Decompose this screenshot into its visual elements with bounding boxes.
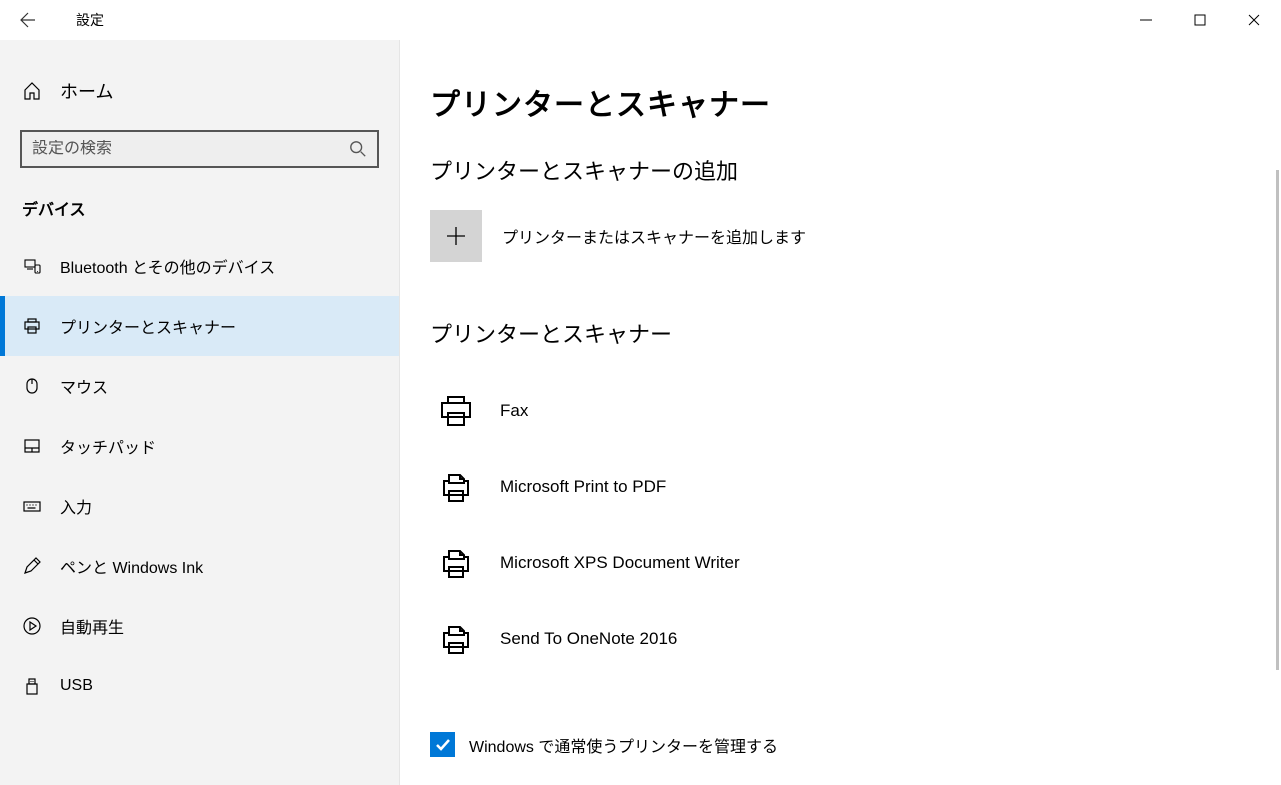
printer-file-icon: [438, 469, 474, 505]
content-area: プリンターとスキャナー プリンターとスキャナーの追加 プリンターまたはスキャナー…: [400, 40, 1281, 785]
printer-icon: [22, 316, 42, 336]
arrow-left-icon: [20, 12, 36, 28]
close-icon: [1248, 14, 1260, 26]
add-section-title: プリンターとスキャナーの追加: [430, 154, 1281, 186]
sidebar-item-autoplay[interactable]: 自動再生: [0, 596, 399, 656]
printer-name: Fax: [500, 401, 528, 421]
plus-icon: [445, 225, 467, 247]
checkbox-label: Windows で通常使うプリンターを管理する: [469, 733, 778, 757]
sidebar-item-bluetooth[interactable]: Bluetooth とその他のデバイス: [0, 236, 399, 296]
printer-name: Microsoft XPS Document Writer: [500, 553, 740, 573]
titlebar: 設定: [0, 0, 1281, 40]
autoplay-icon: [22, 616, 42, 636]
sidebar-item-printers[interactable]: プリンターとスキャナー: [0, 296, 399, 356]
sidebar-item-pen[interactable]: ペンと Windows Ink: [0, 536, 399, 596]
scrollbar[interactable]: [1276, 170, 1279, 670]
home-link[interactable]: ホーム: [0, 70, 399, 112]
sidebar-item-label: Bluetooth とその他のデバイス: [60, 254, 275, 278]
add-printer-label: プリンターまたはスキャナーを追加します: [502, 224, 806, 248]
sidebar-item-mouse[interactable]: マウス: [0, 356, 399, 416]
default-printer-checkbox[interactable]: [430, 732, 455, 757]
window-title: 設定: [76, 10, 104, 30]
list-section-title: プリンターとスキャナー: [430, 317, 1281, 349]
default-printer-checkbox-row: Windows で通常使うプリンターを管理する: [430, 732, 1281, 757]
search-icon: [349, 140, 367, 158]
sidebar-item-usb[interactable]: USB: [0, 656, 399, 716]
sidebar: ホーム デバイス Bluetooth とその他のデバイス: [0, 40, 400, 785]
sidebar-item-label: プリンターとスキャナー: [60, 314, 236, 338]
close-button[interactable]: [1227, 0, 1281, 40]
pen-icon: [22, 556, 42, 576]
sidebar-item-label: 自動再生: [60, 614, 124, 638]
plus-button: [430, 210, 482, 262]
sidebar-item-label: マウス: [60, 374, 108, 398]
keyboard-icon: [22, 496, 42, 516]
back-button[interactable]: [12, 4, 44, 36]
usb-icon: [22, 676, 42, 696]
category-label: デバイス: [0, 188, 399, 228]
printer-item-fax[interactable]: Fax: [430, 373, 1281, 449]
window-controls: [1119, 0, 1281, 40]
printer-icon: [436, 391, 476, 431]
maximize-button[interactable]: [1173, 0, 1227, 40]
sidebar-item-label: タッチパッド: [60, 434, 156, 458]
printer-name: Send To OneNote 2016: [500, 629, 677, 649]
add-printer-button[interactable]: プリンターまたはスキャナーを追加します: [430, 210, 1281, 262]
touchpad-icon: [22, 436, 42, 456]
sidebar-item-label: ペンと Windows Ink: [60, 554, 203, 578]
sidebar-item-label: 入力: [60, 494, 92, 518]
checkmark-icon: [434, 736, 452, 754]
sidebar-item-label: USB: [60, 677, 93, 695]
home-label: ホーム: [60, 78, 113, 104]
page-title: プリンターとスキャナー: [430, 80, 1281, 124]
minimize-button[interactable]: [1119, 0, 1173, 40]
home-icon: [22, 81, 42, 101]
minimize-icon: [1140, 14, 1152, 26]
sidebar-item-touchpad[interactable]: タッチパッド: [0, 416, 399, 476]
bluetooth-devices-icon: [22, 256, 42, 276]
printer-item-xps[interactable]: Microsoft XPS Document Writer: [430, 525, 1281, 601]
printer-file-icon: [438, 545, 474, 581]
printer-name: Microsoft Print to PDF: [500, 477, 666, 497]
search-input[interactable]: [32, 140, 349, 158]
mouse-icon: [22, 376, 42, 396]
maximize-icon: [1194, 14, 1206, 26]
printer-item-onenote[interactable]: Send To OneNote 2016: [430, 601, 1281, 677]
printer-file-icon: [438, 621, 474, 657]
search-box[interactable]: [20, 130, 379, 168]
printer-item-pdf[interactable]: Microsoft Print to PDF: [430, 449, 1281, 525]
sidebar-item-typing[interactable]: 入力: [0, 476, 399, 536]
